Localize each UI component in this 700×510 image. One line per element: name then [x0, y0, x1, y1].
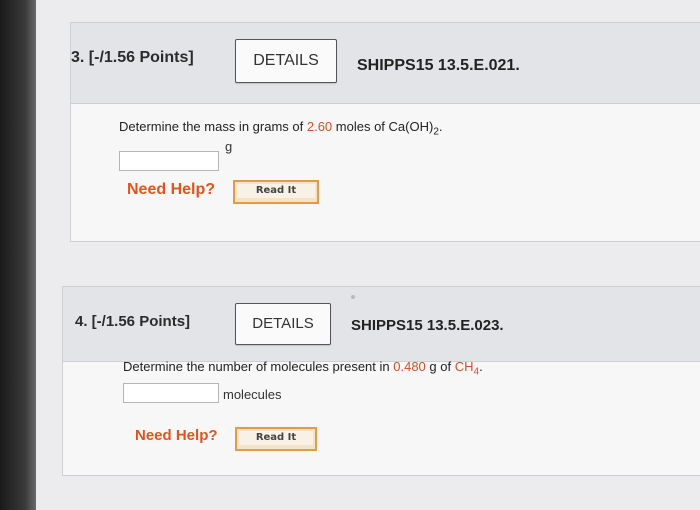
question-3-details-button[interactable]: DETAILS — [235, 39, 337, 83]
question-4-read-it-button[interactable]: Read It — [235, 427, 317, 451]
question-4-prompt: Determine the number of molecules presen… — [123, 359, 483, 378]
question-4-header: 4. [-/1.56 Points] DETAILS SHIPPS15 13.5… — [63, 287, 700, 362]
question-3-prompt-text: Determine the mass in grams of — [119, 119, 307, 134]
question-4-answer-input[interactable] — [123, 383, 219, 403]
question-4-code: SHIPPS15 13.5.E.023. — [351, 317, 504, 334]
question-4-unit: molecules — [223, 387, 282, 402]
question-4-prompt-mid: g of — [425, 359, 455, 374]
question-3-card: 3. [-/1.56 Points] DETAILS SHIPPS15 13.5… — [70, 22, 700, 242]
question-3-prompt-formula: moles of Ca(OH) — [332, 119, 434, 134]
question-3-answer-input[interactable] — [119, 151, 219, 171]
question-3-prompt-value: 2.60 — [306, 119, 333, 134]
question-3-prompt-period: . — [438, 119, 443, 134]
question-4-details-button[interactable]: DETAILS — [235, 303, 331, 345]
question-3-need-help: Need Help? — [127, 181, 216, 198]
question-4-prompt-formula: CH — [454, 359, 474, 374]
question-3-prompt: Determine the mass in grams of 2.60 mole… — [119, 119, 443, 138]
question-3-code: SHIPPS15 13.5.E.021. — [357, 57, 520, 74]
assignment-page: 3. [-/1.56 Points] DETAILS SHIPPS15 13.5… — [36, 0, 700, 510]
question-3-read-it-button[interactable]: Read It — [233, 180, 319, 204]
screen-bezel — [0, 0, 36, 510]
question-3-unit: g — [225, 139, 233, 154]
question-4-read-it-label: Read It — [239, 431, 313, 445]
question-4-card: 4. [-/1.56 Points] DETAILS SHIPPS15 13.5… — [62, 286, 700, 476]
question-3-points: 3. [-/1.56 Points] — [71, 49, 194, 66]
header-dot — [351, 295, 355, 299]
question-4-prompt-value: 0.480 — [393, 359, 426, 374]
question-4-prompt-period: . — [479, 359, 483, 374]
question-4-prompt-text: Determine the number of molecules presen… — [123, 359, 394, 374]
question-4-need-help: Need Help? — [135, 427, 218, 444]
question-3-read-it-label: Read It — [237, 184, 315, 198]
question-4-points: 4. [-/1.56 Points] — [75, 313, 191, 330]
question-3-header: 3. [-/1.56 Points] DETAILS SHIPPS15 13.5… — [71, 23, 700, 104]
